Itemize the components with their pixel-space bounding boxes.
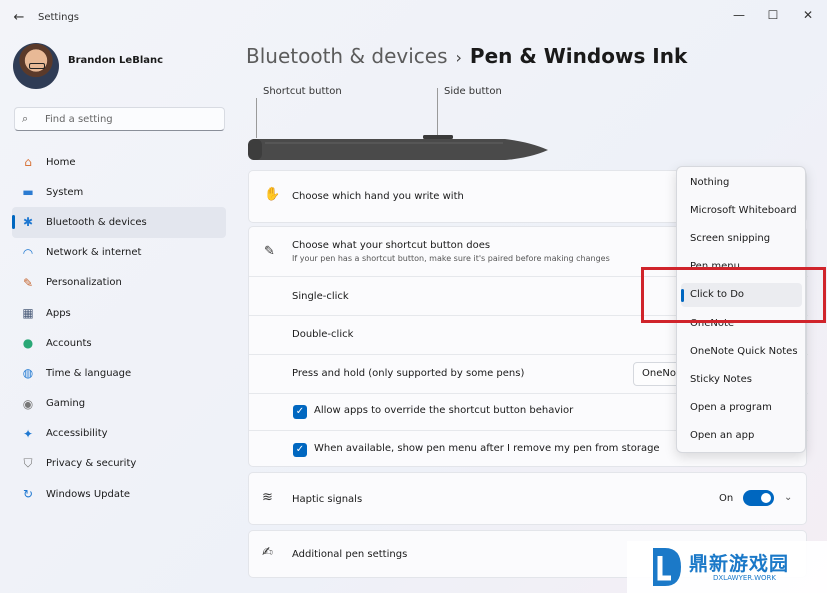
back-button[interactable]: ← — [10, 9, 28, 27]
dropdown-option-label: Open a program — [690, 401, 772, 413]
watermark-title: 鼎新游戏园 — [689, 553, 790, 575]
dropdown-option-label: Nothing — [690, 177, 730, 188]
breadcrumb: Bluetooth & devices › Pen & Windows Ink — [246, 44, 687, 68]
dropdown-option[interactable]: Screen snipping — [681, 227, 802, 251]
app-title: Settings — [38, 12, 80, 23]
shortcut-setting-description: If your pen has a shortcut button, make … — [292, 254, 610, 263]
search-box[interactable]: ⌕ — [14, 107, 225, 131]
sidebar-item-privacy-security[interactable]: ⛉ Privacy & security — [12, 449, 226, 479]
allow-override-checkbox[interactable]: ✓ — [293, 405, 307, 419]
search-input[interactable] — [45, 111, 215, 127]
press-and-hold-label: Press and hold (only supported by some p… — [292, 368, 525, 379]
dropdown-option-label: Sticky Notes — [690, 373, 752, 385]
haptic-toggle[interactable] — [743, 490, 774, 506]
sidebar-item-gaming[interactable]: ◉ Gaming — [12, 389, 226, 419]
watermark: 鼎新游戏园 DXLAWYER.WORK — [627, 541, 827, 593]
sidebar-item-network-internet[interactable]: ◠ Network & internet — [12, 238, 226, 268]
highlight-annotation — [641, 267, 826, 323]
watermark-logo-icon — [653, 548, 681, 586]
minimize-button[interactable]: — — [728, 6, 750, 24]
dropdown-option[interactable]: Nothing — [681, 171, 802, 195]
shortcut-button-label: Shortcut button — [263, 86, 342, 97]
press-and-hold-value: OneNo — [642, 368, 676, 379]
close-button[interactable]: ✕ — [797, 6, 819, 24]
home-icon: ⌂ — [24, 155, 32, 170]
show-pen-menu-label: When available, show pen menu after I re… — [314, 443, 660, 454]
update-icon: ↻ — [22, 487, 34, 502]
haptic-setting-label: Haptic signals — [292, 494, 363, 505]
maximize-button[interactable]: ☐ — [762, 6, 784, 24]
dropdown-option-label: OneNote Quick Notes — [690, 345, 798, 357]
watermark-url: DXLAWYER.WORK — [713, 574, 776, 582]
page-title: Pen & Windows Ink — [469, 44, 688, 68]
sidebar-item-label: Personalization — [46, 277, 122, 289]
sidebar-item-label: Network & internet — [46, 247, 142, 259]
sidebar-item-label: Gaming — [46, 398, 86, 410]
gamepad-icon: ◉ — [22, 396, 34, 411]
sidebar-item-label: Home — [46, 156, 76, 168]
apps-icon: ▦ — [22, 306, 34, 321]
shortcut-setting-label: Choose what your shortcut button does — [292, 240, 491, 251]
sidebar-item-apps[interactable]: ▦ Apps — [12, 298, 226, 328]
double-click-label: Double-click — [292, 329, 354, 340]
allow-override-label: Allow apps to override the shortcut butt… — [314, 405, 574, 416]
dropdown-option-label: Microsoft Whiteboard — [690, 205, 797, 217]
haptic-toggle-label: On — [719, 493, 734, 504]
dropdown-option-label: Screen snipping — [690, 233, 771, 245]
chevron-down-icon[interactable]: ⌄ — [784, 492, 792, 503]
bluetooth-icon: ✱ — [22, 215, 34, 230]
sidebar-item-label: Bluetooth & devices — [46, 216, 147, 228]
hand-setting-label: Choose which hand you write with — [292, 191, 464, 202]
sidebar-item-accessibility[interactable]: ✦ Accessibility — [12, 419, 226, 449]
dropdown-option[interactable]: Open a program — [681, 396, 802, 420]
sidebar-item-label: Time & language — [46, 367, 132, 379]
sidebar-item-label: Windows Update — [46, 488, 131, 500]
sidebar-item-label: Accessibility — [46, 428, 108, 440]
system-icon: ▬ — [22, 185, 34, 200]
dropdown-option[interactable]: Sticky Notes — [681, 368, 802, 392]
sidebar-item-label: System — [46, 186, 84, 198]
sidebar-nav: ⌂ Home ▬ System ✱ Bluetooth & devices ◠ Network… — [12, 147, 226, 509]
sidebar-item-personalization[interactable]: ✎ Personalization — [12, 268, 226, 298]
sidebar-item-bluetooth-devices[interactable]: ✱ Bluetooth & devices — [12, 207, 226, 238]
settings-window: ← Settings — ☐ ✕ Brandon LeBlanc ⌕ ⌂ Home… — [0, 0, 827, 593]
globe-icon: ◍ — [22, 366, 34, 381]
dropdown-option[interactable]: OneNote Quick Notes — [681, 340, 802, 364]
haptic-icon: ≋ — [262, 490, 273, 505]
sidebar-item-accounts[interactable]: ● Accounts — [12, 328, 226, 358]
sidebar-item-label: Accounts — [46, 337, 92, 349]
shield-icon: ⛉ — [23, 456, 33, 471]
sidebar-item-label: Apps — [46, 307, 71, 319]
pen-settings-icon: ✍ — [262, 545, 273, 560]
brush-icon: ✎ — [22, 275, 34, 290]
accessibility-icon: ✦ — [22, 426, 34, 441]
side-leader-line — [437, 88, 438, 138]
show-pen-menu-checkbox[interactable]: ✓ — [293, 443, 307, 457]
pen-icon: ✎ — [264, 244, 275, 259]
sidebar-item-home[interactable]: ⌂ Home — [12, 147, 226, 177]
sidebar-item-windows-update[interactable]: ↻ Windows Update — [12, 479, 226, 509]
breadcrumb-parent[interactable]: Bluetooth & devices — [246, 44, 448, 68]
sidebar-item-label: Privacy & security — [46, 458, 137, 470]
side-button-label: Side button — [444, 86, 502, 97]
additional-pen-settings-label: Additional pen settings — [292, 549, 408, 560]
sidebar-item-time-language[interactable]: ◍ Time & language — [12, 358, 226, 388]
sidebar-item-system[interactable]: ▬ System — [12, 177, 226, 207]
search-icon: ⌕ — [22, 112, 29, 125]
avatar[interactable] — [13, 43, 59, 89]
accounts-icon: ● — [22, 336, 34, 351]
pen-illustration — [248, 135, 548, 160]
dropdown-option[interactable]: Open an app — [681, 424, 802, 448]
wifi-icon: ◠ — [22, 245, 34, 260]
user-name: Brandon LeBlanc — [68, 55, 164, 66]
title-bar: ← Settings — ☐ ✕ — [0, 0, 827, 34]
hand-icon: ✋ — [264, 187, 281, 202]
single-click-label: Single-click — [292, 291, 349, 302]
dropdown-option-label: Open an app — [690, 429, 755, 441]
breadcrumb-separator: › — [455, 48, 462, 67]
dropdown-option[interactable]: Microsoft Whiteboard — [681, 199, 802, 223]
